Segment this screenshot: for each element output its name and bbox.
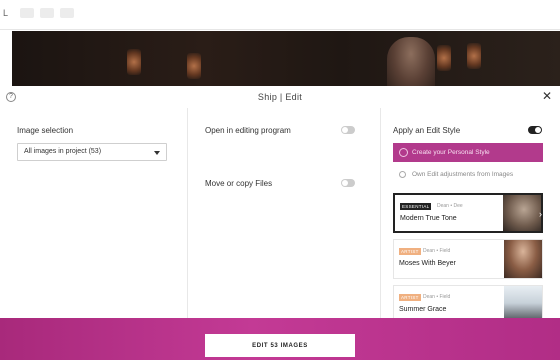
open-in-editing-label: Open in editing program [205,126,291,135]
style-badge: ARTIST [399,294,421,301]
lantern-graphic [437,45,451,71]
app-header: L [0,0,560,30]
style-author: Dean • Dee [437,203,463,209]
face-icon [399,148,408,157]
user-avatar[interactable]: L [3,8,8,18]
lantern-graphic [187,53,201,79]
chevron-down-icon [154,151,160,155]
open-in-editing-toggle[interactable] [341,126,355,134]
edit-style-list: Create your Personal Style Own Edit adju… [393,143,545,318]
style-name: Moses With Beyer [399,260,456,267]
style-card-moses-with-beyer[interactable]: ARTIST Dean • Field Moses With Beyer [393,239,543,279]
grid-icon[interactable] [60,8,74,18]
style-card-summer-grace[interactable]: ARTIST Dean • Field Summer Grace [393,285,543,318]
create-personal-style-button[interactable]: Create your Personal Style [393,143,543,162]
column-divider [380,108,381,318]
own-edit-adjustments-option[interactable]: Own Edit adjustments from Images [393,166,543,184]
image-selection-dropdown[interactable]: All images in project (53) [17,143,167,161]
lantern-graphic [127,49,141,75]
style-badge: ARTIST [399,248,421,255]
style-badge: ESSENTIAL [400,203,432,210]
chevron-right-icon: › [539,209,542,219]
lantern-graphic [467,43,481,69]
style-name: Summer Grace [399,306,447,313]
style-card-modern-true-tone[interactable]: ESSENTIAL Dean • Dee Modern True Tone › [393,193,543,233]
edit-images-button[interactable]: EDIT 53 IMAGES [205,334,355,357]
column-divider [187,108,188,318]
footer-bar: EDIT 53 IMAGES [0,318,560,360]
edit-style-label: Apply an Edit Style [393,126,461,135]
create-personal-style-label: Create your Personal Style [412,149,490,156]
app-menu-icon[interactable] [20,8,34,18]
style-name: Modern True Tone [400,215,457,222]
adjust-icon [399,171,406,178]
dialog-title: Ship | Edit [257,92,303,102]
image-selection-value: All images in project (53) [24,148,102,155]
dialog-header: ? Ship | Edit ✕ [0,86,560,108]
style-thumbnail [504,286,542,318]
image-selection-label: Image selection [17,126,74,135]
style-thumbnail [503,195,541,231]
edit-style-toggle[interactable] [528,126,542,134]
move-copy-toggle[interactable] [341,179,355,187]
move-copy-label: Move or copy Files [205,179,273,188]
close-icon[interactable]: ✕ [542,90,552,102]
style-author: Dean • Field [423,248,451,254]
background-photo [12,31,560,87]
style-thumbnail [504,240,542,278]
filter-icon[interactable] [40,8,54,18]
couple-figure [387,37,435,87]
style-author: Dean • Field [423,294,451,300]
own-edit-adjustments-label: Own Edit adjustments from Images [412,171,514,178]
